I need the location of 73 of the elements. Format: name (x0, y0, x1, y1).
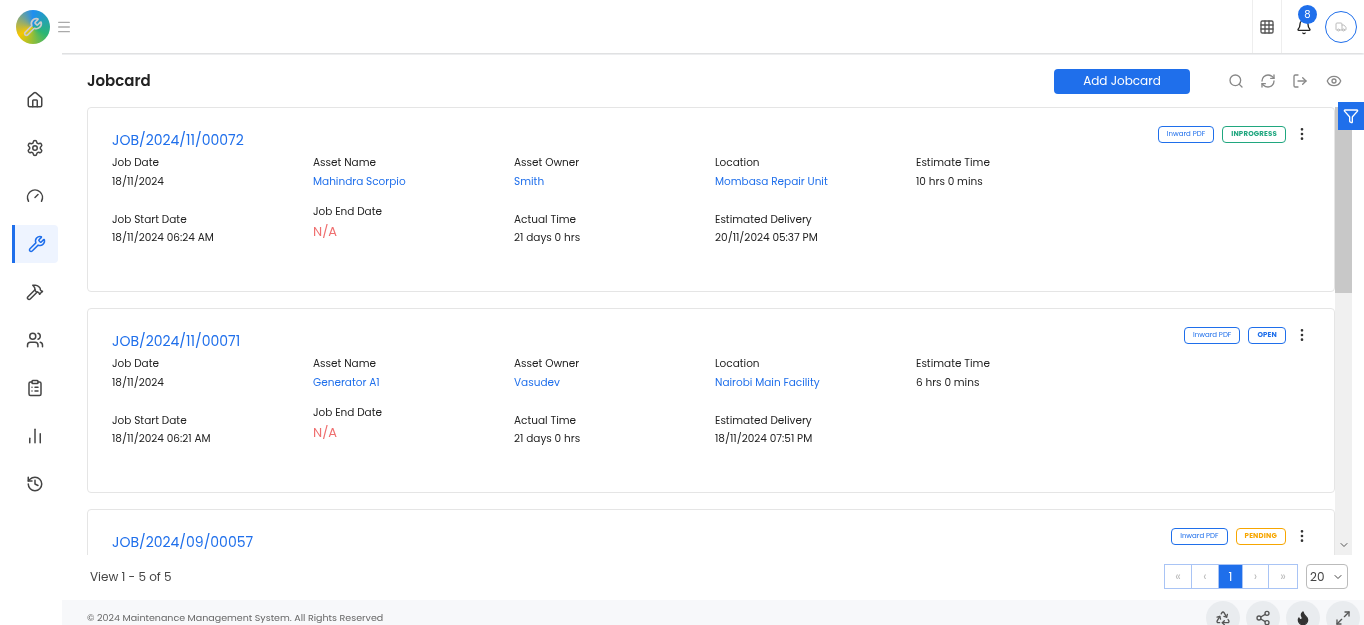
wrench-icon (27, 235, 46, 253)
job-number-link[interactable]: JOB/2024/11/00072 (112, 130, 244, 151)
field-label: Estimated Delivery (715, 211, 813, 228)
field-value: 18/11/2024 06:24 AM (112, 230, 215, 246)
field-label: Asset Owner (514, 155, 581, 171)
hammer-icon (26, 283, 44, 301)
search-icon[interactable] (1228, 73, 1244, 89)
field-label: Job Date (112, 155, 161, 171)
settings-icon (26, 139, 44, 157)
field-label: Estimate Time (916, 356, 991, 372)
field-label: Asset Name (313, 155, 377, 171)
field-value: Mombasa Repair Unit (715, 173, 829, 190)
scrollbar[interactable] (1335, 107, 1352, 555)
share-button[interactable] (1246, 601, 1280, 625)
clipboard-icon (26, 379, 44, 397)
field-value: 18/11/2024 07:51 PM (715, 431, 814, 447)
field-value: Nairobi Main Facility (715, 374, 821, 391)
share-icon (1255, 610, 1271, 625)
field-label: Job Start Date (112, 412, 188, 429)
flame-button[interactable] (1286, 601, 1320, 625)
field-value: 18/11/2024 (112, 374, 165, 391)
gauge-icon (26, 187, 44, 205)
fullscreen-button[interactable] (1326, 601, 1360, 625)
field-value: 21 days 0 hrs (514, 431, 582, 447)
field-value: 20/11/2024 05:37 PM (715, 230, 819, 246)
field-value: Generator A1 (313, 374, 381, 391)
field-value: 18/11/2024 (112, 173, 165, 190)
filter-button[interactable] (1338, 102, 1364, 130)
job-number-link[interactable]: JOB/2024/09/00057 (112, 532, 254, 553)
export-icon[interactable] (1292, 73, 1308, 89)
field-label: Actual Time (514, 211, 578, 228)
field-value: Mahindra Scorpio (313, 173, 407, 190)
field-label: Location (715, 155, 761, 171)
bar-chart-icon (26, 427, 44, 445)
recycle-icon (1215, 610, 1231, 625)
field-label: Job End Date (313, 203, 384, 220)
flame-icon (1295, 610, 1311, 625)
recycle-button[interactable] (1206, 601, 1240, 625)
notification-count-badge: 8 (1298, 5, 1317, 24)
pagination-summary: View 1 - 5 of 5 (90, 567, 172, 586)
page-title: Jobcard (87, 69, 151, 93)
field-label: Asset Name (313, 356, 377, 372)
field-label: Job Start Date (112, 211, 188, 228)
logo-icon (16, 9, 50, 44)
field-value: N/A (313, 423, 339, 443)
job-number-link[interactable]: JOB/2024/11/00071 (112, 331, 241, 352)
field-label: Estimate Time (916, 155, 991, 171)
field-value: Vasudev (514, 374, 561, 391)
field-value: Smith (514, 173, 546, 190)
field-value: 6 hrs 0 mins (916, 374, 981, 391)
field-value: 10 hrs 0 mins (916, 173, 984, 190)
page-number-button[interactable]: 1 (1219, 565, 1243, 588)
home-icon (26, 91, 44, 109)
footer-text: © 2024 Maintenance Management System. All Rights Reserved (87, 610, 384, 625)
field-label: Job Date (112, 356, 161, 372)
refresh-icon[interactable] (1260, 73, 1276, 89)
field-label: Job End Date (313, 404, 384, 421)
eye-icon[interactable] (1324, 73, 1344, 89)
apps-grid-icon[interactable] (1259, 18, 1275, 35)
field-value: 21 days 0 hrs (514, 230, 582, 246)
field-label: Asset Owner (514, 356, 581, 372)
field-value: 18/11/2024 06:21 AM (112, 431, 212, 447)
add-jobcard-button[interactable]: Add Jobcard (1054, 68, 1190, 94)
field-label: Actual Time (514, 412, 578, 429)
history-icon (26, 475, 44, 493)
field-value: N/A (313, 222, 339, 242)
filter-icon (1343, 108, 1359, 124)
field-label: Estimated Delivery (715, 412, 813, 429)
field-label: Location (715, 356, 761, 372)
people-icon (26, 331, 44, 349)
page-size-select[interactable]: 20 (1306, 564, 1348, 589)
sidebar-item[interactable] (12, 225, 58, 263)
expand-icon (1335, 610, 1351, 625)
